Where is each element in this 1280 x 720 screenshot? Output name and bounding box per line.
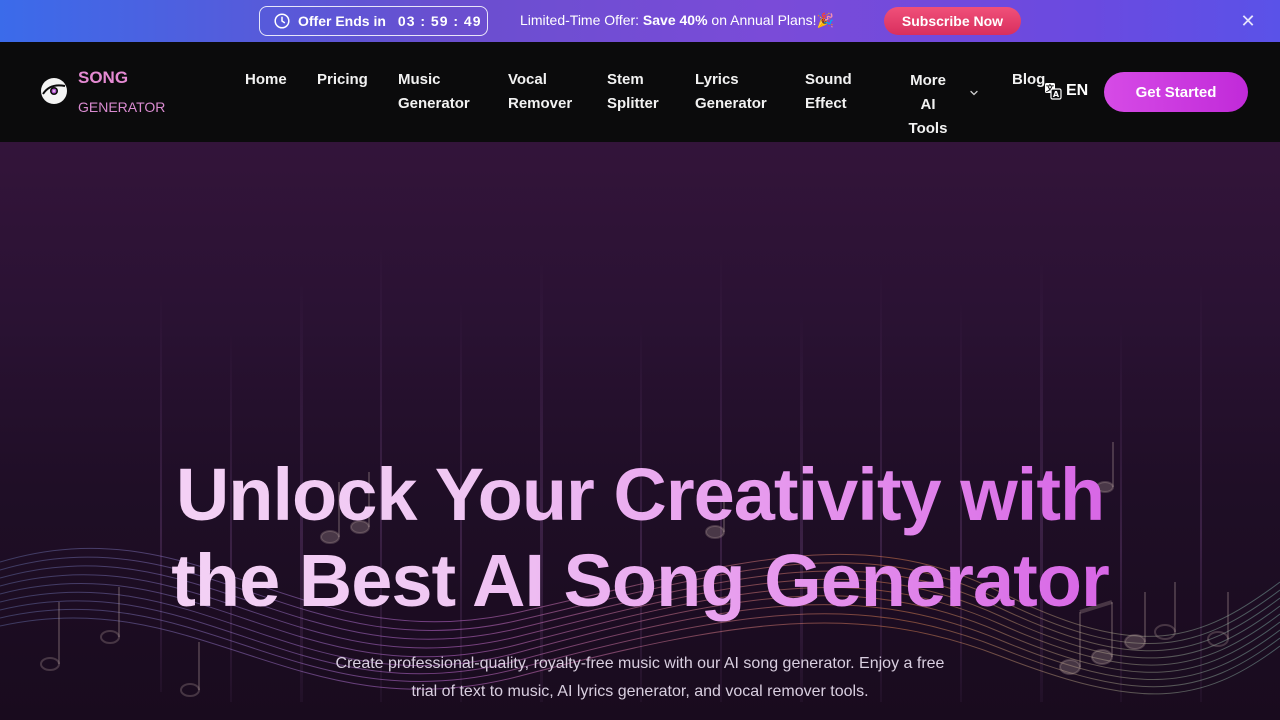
nav-item-label: Pricing: [317, 71, 368, 88]
nav-item-sound-effect[interactable]: Sound Effect: [805, 68, 852, 116]
svg-text:A: A: [1053, 90, 1060, 99]
nav-item-label: Vocal: [508, 71, 547, 88]
music-wave-background: [0, 242, 1280, 702]
chevron-down-icon[interactable]: [968, 87, 980, 99]
nav-item-blog[interactable]: Blog: [1012, 68, 1045, 92]
offer-timer: Offer Ends in 03 : 59 : 49: [259, 6, 488, 36]
hero-title: Unlock Your Creativity with the Best AI …: [0, 452, 1280, 624]
nav-item-label: Generator: [695, 95, 767, 112]
offer-text: Limited-Time Offer: Save 40% on Annual P…: [520, 12, 834, 29]
main-navigation: SONG GENERATOR Home Pricing Music Genera…: [0, 42, 1280, 142]
subscribe-button[interactable]: Subscribe Now: [884, 7, 1021, 35]
nav-item-stem-splitter[interactable]: Stem Splitter: [607, 68, 659, 116]
offer-timer-value: 03 : 59 : 49: [397, 13, 482, 29]
hero-subtitle-line: Create professional-quality, royalty-fre…: [335, 655, 945, 672]
nav-item-label: Stem: [607, 71, 644, 88]
nav-item-pricing[interactable]: Pricing: [317, 68, 368, 92]
nav-item-music-generator[interactable]: Music Generator: [398, 68, 470, 116]
nav-item-label: Remover: [508, 95, 573, 112]
translate-icon: 文 A: [1045, 83, 1062, 100]
nav-item-vocal-remover[interactable]: Vocal Remover: [508, 68, 572, 116]
promo-banner: Offer Ends in 03 : 59 : 49 Limited-Time …: [0, 0, 1280, 42]
disc-logo-icon[interactable]: [40, 77, 68, 105]
language-label: EN: [1066, 82, 1089, 99]
nav-item-more-ai-tools[interactable]: More AI Tools: [901, 69, 955, 141]
clock-icon: [274, 13, 290, 29]
nav-item-label: Home: [245, 71, 287, 88]
hero-title-line: the Best AI Song Generator: [171, 539, 1109, 622]
get-started-button[interactable]: Get Started: [1104, 72, 1248, 112]
nav-item-label: Lyrics: [695, 71, 739, 88]
nav-item-label: Sound: [805, 71, 852, 88]
hero-section: Unlock Your Creativity with the Best AI …: [0, 142, 1280, 720]
offer-prefix: Limited-Time Offer:: [520, 12, 643, 28]
nav-item-label: Splitter: [607, 95, 659, 112]
hero-title-line: Unlock Your Creativity with: [175, 453, 1105, 536]
hero-subtitle-line: trial of text to music, AI lyrics genera…: [411, 683, 869, 700]
logo-text-generator[interactable]: GENERATOR: [78, 99, 165, 115]
logo-text-song[interactable]: SONG: [78, 68, 128, 88]
hero-subtitle: Create professional-quality, royalty-fre…: [300, 650, 980, 706]
nav-item-lyrics-generator[interactable]: Lyrics Generator: [695, 68, 767, 116]
nav-item-label: Music: [398, 71, 441, 88]
close-icon[interactable]: ✕: [1239, 12, 1257, 30]
nav-item-home[interactable]: Home: [245, 68, 287, 92]
nav-item-label: Tools: [908, 120, 948, 137]
offer-timer-label: Offer Ends in: [298, 13, 386, 29]
nav-item-label: More AI: [910, 72, 946, 113]
nav-item-label: Blog: [1012, 71, 1046, 88]
offer-suffix: on Annual Plans!🎉: [707, 12, 834, 28]
nav-item-label: Effect: [805, 95, 847, 112]
nav-item-label: Generator: [398, 95, 470, 112]
offer-highlight: Save 40%: [642, 12, 708, 28]
language-selector[interactable]: 文 A EN: [1044, 82, 1088, 100]
